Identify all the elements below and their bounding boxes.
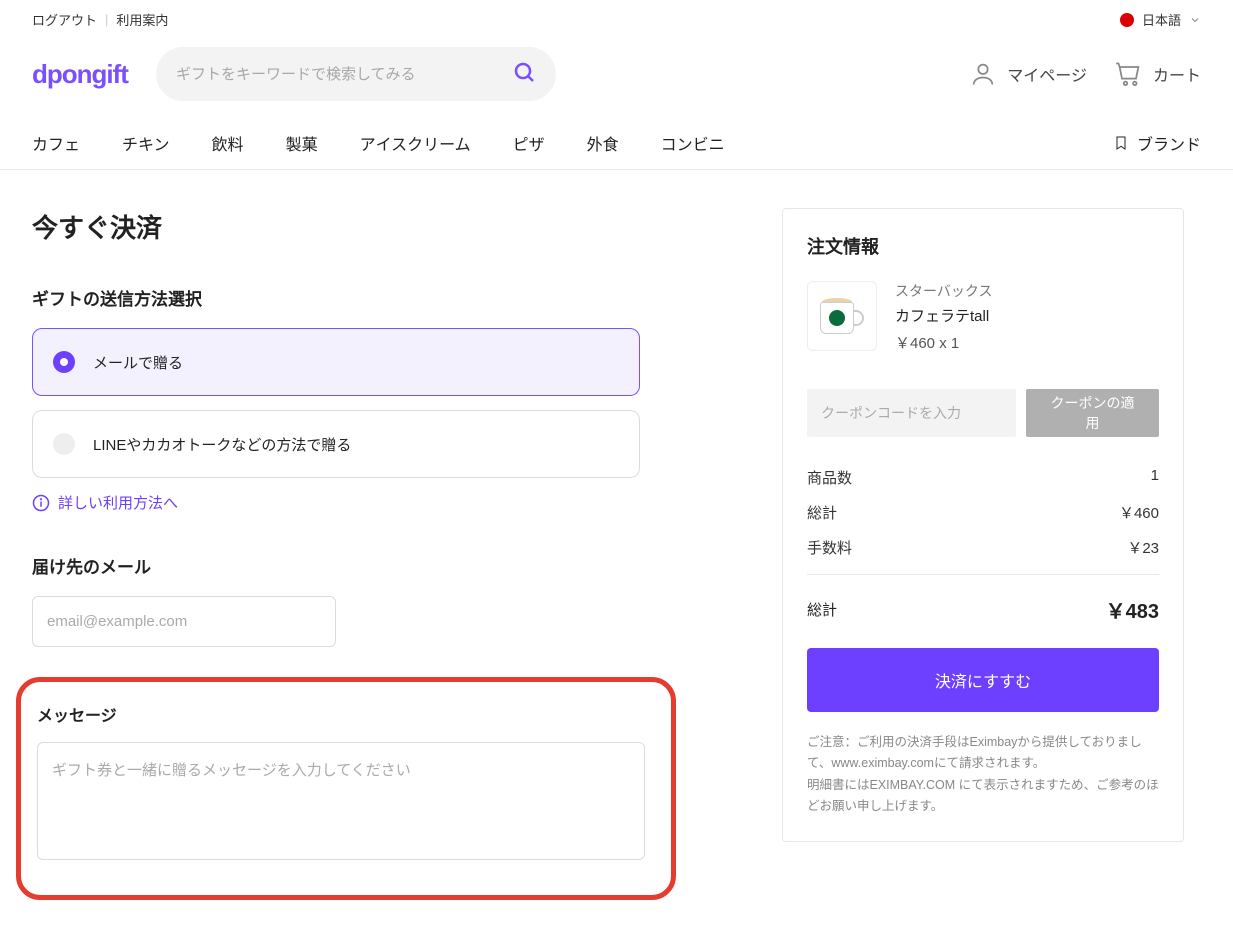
send-method-label: ギフトの送信方法選択 <box>32 285 732 310</box>
language-label: 日本語 <box>1142 10 1181 29</box>
nav-pizza[interactable]: ピザ <box>513 131 545 155</box>
nav-drinks[interactable]: 飲料 <box>212 131 244 155</box>
coupon-input[interactable] <box>807 389 1016 437</box>
message-highlight-box: メッセージ <box>16 677 676 900</box>
logo[interactable]: dpongift <box>32 59 128 90</box>
radio-unselected-icon <box>53 433 75 455</box>
divider <box>807 574 1159 575</box>
subtotal-label: 総計 <box>807 502 837 523</box>
product-brand: スターバックス <box>895 281 992 301</box>
product-unit-price: ￥460 x 1 <box>895 332 992 353</box>
search-container <box>156 47 556 101</box>
subtotal-value: ￥460 <box>1119 502 1159 523</box>
nav-convenience[interactable]: コンビニ <box>661 131 725 155</box>
mypage-label: マイページ <box>1007 62 1087 86</box>
separator: | <box>105 12 108 27</box>
help-link[interactable]: 詳しい利用方法へ <box>32 492 732 513</box>
cart-link[interactable]: カート <box>1115 60 1201 88</box>
order-panel: 注文情報 スターバックス カフェラテtall ￥460 x 1 クーポンの適用 <box>782 208 1184 842</box>
qty-value: 1 <box>1151 467 1159 488</box>
total-label: 総計 <box>807 599 837 620</box>
info-icon <box>32 494 50 512</box>
order-title: 注文情報 <box>807 233 1159 259</box>
message-label: メッセージ <box>37 702 655 726</box>
japan-flag-icon <box>1120 13 1134 27</box>
logout-link[interactable]: ログアウト <box>32 10 97 29</box>
apply-coupon-button[interactable]: クーポンの適用 <box>1026 389 1159 437</box>
send-email-label: メールで贈る <box>93 352 183 373</box>
message-textarea[interactable] <box>37 742 645 860</box>
send-method-sns[interactable]: LINEやカカオトークなどの方法で贈る <box>32 410 640 478</box>
nav-cafe[interactable]: カフェ <box>32 131 80 155</box>
email-field[interactable] <box>32 596 336 647</box>
cart-icon <box>1115 60 1143 88</box>
chevron-down-icon <box>1189 14 1201 26</box>
guide-link[interactable]: 利用案内 <box>116 10 168 29</box>
search-input[interactable] <box>176 66 512 83</box>
radio-selected-icon <box>53 351 75 373</box>
total-value: ￥483 <box>1106 595 1159 624</box>
page-title: 今すぐ決済 <box>32 208 732 245</box>
help-label: 詳しい利用方法へ <box>58 492 178 513</box>
nav-chicken[interactable]: チキン <box>122 131 170 155</box>
fee-label: 手数料 <box>807 537 852 558</box>
product-image <box>807 281 877 351</box>
qty-label: 商品数 <box>807 467 852 488</box>
fee-value: ￥23 <box>1127 537 1159 558</box>
disclaimer-2: 明細書にはEXIMBAY.COM にて表示されますため、ご参考のほどお願い申し上… <box>807 775 1159 818</box>
brand-link[interactable]: ブランド <box>1113 131 1201 155</box>
language-selector[interactable]: 日本語 <box>1120 10 1201 29</box>
send-method-email[interactable]: メールで贈る <box>32 328 640 396</box>
disclaimer-1: ご注意：ご利用の決済手段はEximbayから提供しておりまして、www.exim… <box>807 732 1159 775</box>
checkout-button[interactable]: 決済にすすむ <box>807 648 1159 712</box>
nav-confectionery[interactable]: 製菓 <box>286 131 318 155</box>
email-label: 届け先のメール <box>32 553 732 578</box>
brand-label: ブランド <box>1137 131 1201 155</box>
bookmark-icon <box>1113 135 1129 151</box>
user-icon <box>969 60 997 88</box>
product-name: カフェラテtall <box>895 305 992 326</box>
nav-icecream[interactable]: アイスクリーム <box>360 131 471 155</box>
nav-dining[interactable]: 外食 <box>587 131 619 155</box>
search-icon[interactable] <box>512 60 536 89</box>
mypage-link[interactable]: マイページ <box>969 60 1087 88</box>
cart-label: カート <box>1153 62 1201 86</box>
send-sns-label: LINEやカカオトークなどの方法で贈る <box>93 434 351 455</box>
